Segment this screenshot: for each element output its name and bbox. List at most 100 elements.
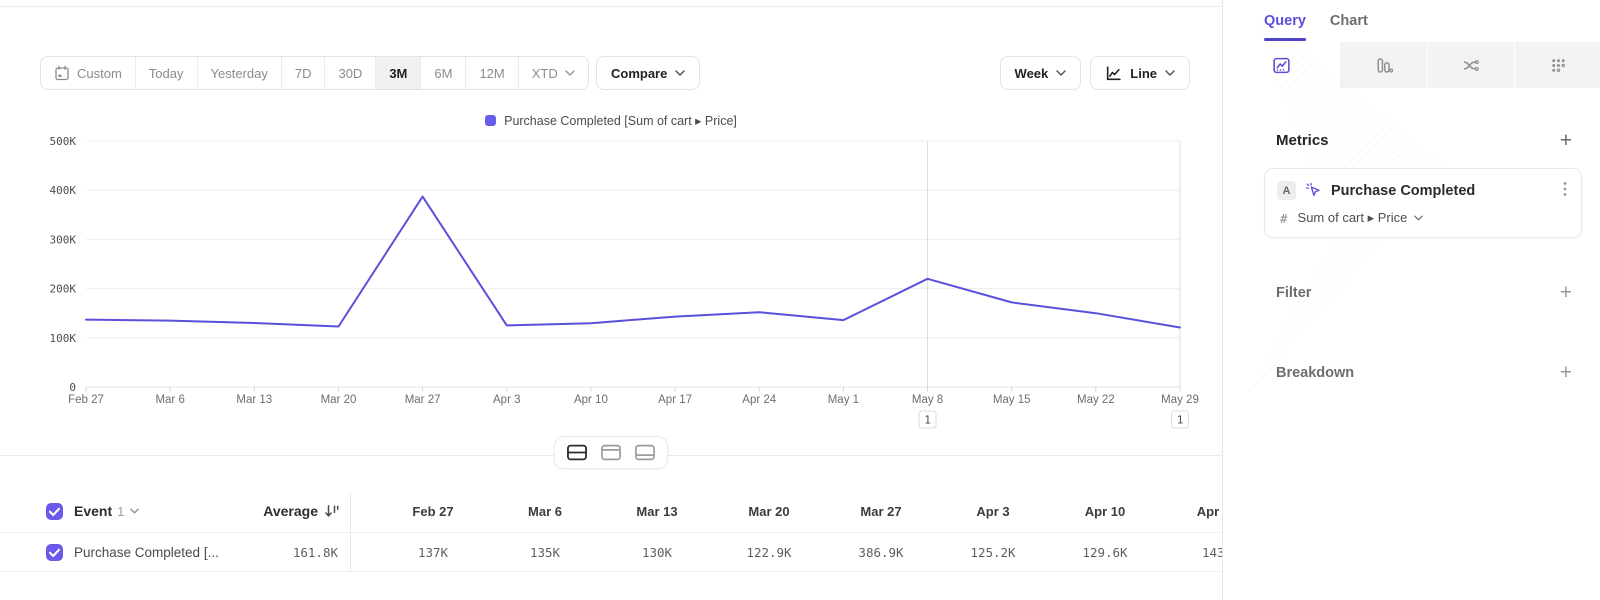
add-breakdown-button[interactable]: +	[1558, 362, 1574, 383]
compare-button[interactable]: Compare	[596, 56, 700, 90]
x-axis-label: May 29	[1161, 394, 1199, 406]
table-column-header[interactable]: Apr 10	[1049, 504, 1161, 519]
granularity-button[interactable]: Week	[1000, 56, 1082, 90]
legend-swatch	[485, 115, 496, 126]
number-type-icon: #	[1280, 211, 1288, 226]
x-axis-label: Apr 10	[574, 394, 608, 406]
table-cell-value: 130K	[601, 545, 713, 560]
y-axis-label: 0	[69, 381, 76, 394]
table-cell-value: 137K	[377, 545, 489, 560]
chevron-down-icon	[1165, 70, 1175, 76]
event-count: 1	[117, 504, 124, 519]
table-column-header[interactable]: Apr 17	[1161, 504, 1222, 519]
tab-chart[interactable]: Chart	[1330, 0, 1368, 42]
table-column-header[interactable]: Mar 6	[489, 504, 601, 519]
table-column-header[interactable]: Mar 27	[825, 504, 937, 519]
query-sidebar: Query Chart Metrics + A P	[1222, 0, 1600, 600]
x-axis-label: Mar 6	[155, 394, 184, 406]
table-cell-value: 129.6K	[1049, 545, 1161, 560]
x-axis-label: May 8	[912, 394, 943, 406]
aggregation-selector[interactable]: Sum of cart ▸ Price	[1298, 210, 1424, 226]
kebab-menu-icon[interactable]	[1561, 179, 1569, 202]
chevron-down-icon	[675, 70, 685, 76]
breakdown-heading: Breakdown	[1276, 365, 1354, 381]
chart-legend: Purchase Completed [Sum of cart ▸ Price]	[0, 113, 1222, 128]
range-custom[interactable]: Custom	[41, 57, 135, 89]
table-column-header[interactable]: Mar 13	[601, 504, 713, 519]
range-xtd[interactable]: XTD	[518, 57, 588, 89]
data-table: Event 1 Average Feb 27Mar 6Mar 13Mar 20M…	[0, 490, 1222, 572]
event-header-label: Event	[74, 503, 112, 519]
metrics-section-header: Metrics +	[1223, 130, 1600, 151]
add-metric-button[interactable]: +	[1558, 130, 1574, 151]
add-filter-button[interactable]: +	[1558, 282, 1574, 303]
chart-type-label: Line	[1130, 66, 1157, 81]
select-all-checkbox[interactable]	[46, 503, 63, 520]
average-header-label: Average	[263, 503, 318, 519]
magic-event-icon	[1305, 182, 1322, 199]
y-axis-label: 300K	[50, 233, 77, 246]
x-axis-label: Apr 24	[742, 394, 776, 406]
x-axis-label: Apr 3	[493, 394, 521, 406]
x-axis-label: May 15	[993, 394, 1031, 406]
tab-retention[interactable]	[1515, 42, 1600, 88]
range-30d[interactable]: 30D	[324, 57, 375, 89]
table-cell-value: 125.2K	[937, 545, 1049, 560]
table-only-button[interactable]	[630, 442, 660, 463]
annotation-badge[interactable]: 1	[919, 411, 936, 428]
annotation-badge[interactable]: 1	[1172, 411, 1189, 428]
chevron-down-icon	[565, 70, 575, 76]
main-panel: 0100K200K300K400K500KFeb 27Mar 6Mar 13Ma…	[0, 0, 1222, 600]
table-cell-value: 122.9K	[713, 545, 825, 560]
range-7d[interactable]: 7D	[281, 57, 325, 89]
chevron-down-icon[interactable]	[130, 508, 139, 514]
table-row-cols: 137K135K130K122.9K386.9K125.2K129.6K143K	[350, 545, 1222, 560]
sort-descending-icon[interactable]	[324, 503, 340, 519]
table-header-row: Event 1 Average Feb 27Mar 6Mar 13Mar 20M…	[0, 490, 1222, 533]
chart-display-controls: Week Line	[1000, 56, 1190, 90]
table-cell-value: 143K	[1161, 545, 1222, 560]
split-view-button[interactable]	[562, 442, 592, 463]
retention-dots-icon	[1549, 56, 1568, 75]
range-today[interactable]: Today	[135, 57, 197, 89]
y-axis-label: 100K	[50, 332, 77, 345]
filter-heading: Filter	[1276, 285, 1311, 301]
insights-chart-icon	[1272, 56, 1291, 75]
table-column-header[interactable]: Mar 20	[713, 504, 825, 519]
range-12m[interactable]: 12M	[465, 57, 517, 89]
granularity-label: Week	[1015, 66, 1049, 81]
metric-card[interactable]: A Purchase Completed # Sum of cart ▸ Pri…	[1264, 168, 1582, 238]
chart-only-button[interactable]	[596, 442, 626, 463]
table-column-header[interactable]: Apr 3	[937, 504, 1049, 519]
x-axis-label: Mar 27	[405, 394, 441, 406]
svg-text:1: 1	[924, 414, 931, 427]
range-yesterday[interactable]: Yesterday	[197, 57, 281, 89]
range-6m[interactable]: 6M	[420, 57, 465, 89]
sidebar-tabs: Query Chart	[1223, 0, 1600, 42]
metric-letter-badge: A	[1277, 181, 1296, 200]
calendar-icon	[54, 65, 70, 81]
checkbox-check-icon	[46, 544, 63, 561]
chart-toolbar: CustomTodayYesterday7D30D3M6M12MXTD Comp…	[0, 56, 1222, 90]
row-checkbox[interactable]	[46, 544, 63, 561]
flows-icon	[1461, 56, 1480, 75]
funnels-bars-icon	[1374, 56, 1393, 75]
table-column-header[interactable]: Feb 27	[377, 504, 489, 519]
x-axis-label: Feb 27	[68, 394, 104, 406]
series-line	[86, 197, 1180, 328]
x-axis-label: Mar 13	[236, 394, 272, 406]
table-row[interactable]: Purchase Completed [... 161.8K 137K135K1…	[0, 533, 1222, 572]
range-3m[interactable]: 3M	[375, 57, 420, 89]
x-axis-label: Mar 20	[321, 394, 357, 406]
report-type-tabs	[1223, 42, 1600, 88]
split-view-icon	[566, 444, 588, 461]
metric-title: Purchase Completed	[1331, 183, 1475, 199]
chart-type-button[interactable]: Line	[1090, 56, 1190, 90]
tab-funnels[interactable]	[1340, 42, 1427, 88]
tab-query[interactable]: Query	[1264, 0, 1306, 42]
checkbox-check-icon	[46, 503, 63, 520]
date-range-selector: CustomTodayYesterday7D30D3M6M12MXTD	[40, 56, 589, 90]
tab-insights[interactable]	[1223, 42, 1339, 88]
tab-flows[interactable]	[1428, 42, 1515, 88]
x-axis-label: Apr 17	[658, 394, 692, 406]
